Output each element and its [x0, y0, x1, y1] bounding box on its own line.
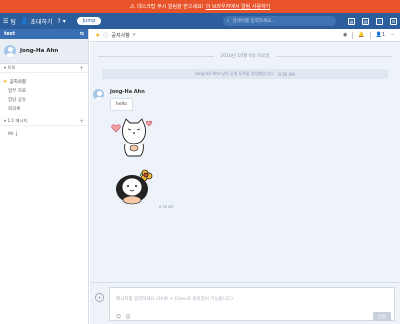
mention-icon[interactable]: @	[362, 17, 369, 25]
team-menu-button[interactable]: ☰ 팀	[3, 17, 16, 26]
sidebar-item-notice[interactable]: ★ 공지사항	[0, 77, 88, 86]
composer: + 메시지를 입력하세요 (Shift + Enter로 줄바꿈이 가능합니다)…	[90, 282, 400, 324]
sidebar-item-chat[interactable]: 잡담 공유	[0, 95, 88, 104]
sidebar-item-minutes[interactable]: 회의록	[0, 104, 88, 113]
warning-icon: ⚠	[129, 3, 136, 10]
file-icon[interactable]: ▤	[348, 17, 355, 25]
settings-icon[interactable]: ⚙	[390, 17, 397, 25]
cat-sticker	[111, 118, 153, 157]
channel-title: 공지사항	[111, 32, 130, 39]
message-time: 8:36 AM	[159, 205, 174, 209]
user-profile[interactable]: Jong-Ha Ahn	[0, 39, 88, 64]
message-author[interactable]: Jong-Ha Ahn	[110, 89, 145, 95]
message-placeholder: 메시지를 입력하세요 (Shift + Enter로 줄바꿈이 가능합니다)	[116, 297, 233, 302]
banner-text: 데스크탑 푸시 알림을 받으세요!	[137, 4, 204, 10]
invite-button[interactable]: 👤 초대하기	[21, 17, 53, 26]
system-message: Jong-Ha Ahn 님이 공개 토픽을 생성했습니다. 8:36 AM	[102, 69, 388, 79]
search-placeholder: 검색어를 입력하세요...	[232, 19, 276, 24]
date-divider: 2016년 10월 6일 목요일	[98, 53, 392, 59]
invite-label: 초대하기	[30, 18, 53, 26]
topic-label: 업무 자료	[8, 88, 26, 94]
top-bar: ☰ 팀 👤 초대하기 ? ▾ Jump ⌕ 검색어를 입력하세요... ▤ @ …	[0, 13, 400, 29]
dm-label: Mr. J	[8, 132, 18, 137]
help-icon: ?	[57, 17, 61, 25]
search-icon: ⌕	[227, 19, 230, 24]
team-menu-label: 팀	[10, 18, 16, 26]
members-button[interactable]: 👤1	[376, 32, 385, 38]
sidebar-item-work[interactable]: 업무 자료	[0, 86, 88, 95]
channel-header: ★ ⓘ 공지사항 ▾ ◉ 🔔 👤1 ⋯	[90, 29, 400, 42]
topic-label: 회의록	[8, 106, 21, 112]
character-sticker	[116, 169, 153, 205]
chevron-down-icon: ▾	[62, 17, 66, 25]
help-button[interactable]: ? ▾	[58, 18, 66, 25]
system-message-text: Jong-Ha Ahn 님이 공개 토픽을 생성했습니다.	[195, 71, 275, 76]
search-input[interactable]: ⌕ 검색어를 입력하세요...	[223, 16, 336, 26]
sidebar-item-mr-j[interactable]: Mr. J	[0, 130, 88, 139]
user-name: Jong-Ha Ahn	[20, 48, 59, 54]
attach-button[interactable]: +	[95, 293, 104, 302]
workspace-name: test	[4, 31, 16, 37]
message-input[interactable]: 메시지를 입력하세요 (Shift + Enter로 줄바꿈이 가능합니다) ☺…	[109, 287, 395, 321]
topics-section-header[interactable]: ▾ 토픽 +	[0, 64, 88, 73]
member-count: 1	[381, 32, 385, 38]
jump-button[interactable]: Jump	[76, 17, 102, 25]
add-topic-icon[interactable]: +	[79, 65, 84, 72]
sidebar: test ⇆ Jong-Ha Ahn ▾ 토픽 + ★ 공지사항 업무 자료 잡…	[0, 29, 89, 324]
topics-header-label: 토픽	[7, 65, 16, 70]
add-dm-icon[interactable]: +	[79, 118, 84, 125]
system-message-time: 8:36 AM	[278, 71, 295, 77]
topic-label: 잡담 공유	[8, 97, 26, 103]
message-bubble: hello	[110, 98, 133, 111]
emoji-icon[interactable]: ☺	[116, 314, 121, 320]
star-icon[interactable]: ★	[95, 32, 100, 39]
avatar[interactable]	[93, 89, 104, 100]
workspace-header[interactable]: test ⇆	[0, 29, 88, 39]
avatar	[4, 45, 16, 57]
date-label: 2016년 10월 6일 목요일	[220, 54, 270, 59]
enable-notifications-link[interactable]: 이 브라우저에서 알림 사용하기	[206, 3, 271, 10]
topic-label: 공지사항	[9, 79, 27, 85]
switch-icon[interactable]: ⇆	[80, 31, 84, 37]
more-icon[interactable]: ⋯	[390, 32, 395, 38]
chevron-down-icon[interactable]: ▾	[133, 32, 136, 38]
info-icon[interactable]: ⓘ	[103, 32, 108, 39]
star-icon: ★	[3, 78, 8, 85]
person-add-icon: 👤	[20, 17, 29, 25]
eye-icon[interactable]: ◉	[343, 32, 347, 38]
message-area: 2016년 10월 6일 목요일 Jong-Ha Ahn 님이 공개 토픽을 생…	[90, 42, 400, 282]
bell-icon[interactable]: 🔔	[358, 32, 364, 38]
menu-icon: ☰	[3, 17, 9, 25]
sticker-icon[interactable]: ☺	[125, 314, 130, 320]
send-button[interactable]: 전송	[373, 312, 391, 321]
dm-section-header[interactable]: ▾ 1:1 메시지 +	[0, 117, 88, 126]
star-icon[interactable]: ☆	[376, 17, 383, 25]
dm-header-label: 1:1 메시지	[7, 118, 28, 123]
notification-banner: ⚠ 데스크탑 푸시 알림을 받으세요! 이 브라우저에서 알림 사용하기	[0, 0, 400, 13]
